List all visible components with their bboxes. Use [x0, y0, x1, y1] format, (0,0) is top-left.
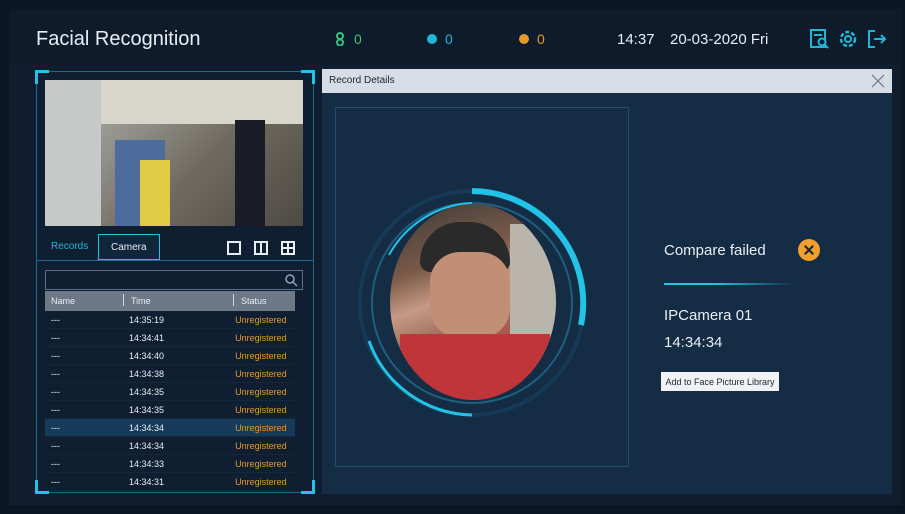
table-header: Name Time Status — [45, 291, 295, 311]
corner-accent — [301, 480, 315, 494]
column-header-time[interactable]: Time — [123, 294, 233, 306]
face-snapshot — [390, 204, 556, 400]
gear-icon[interactable] — [837, 28, 859, 50]
stat-users-count: 0 — [354, 31, 362, 47]
stat-failed-count: 0 — [537, 31, 545, 47]
layout-single-icon[interactable] — [227, 241, 241, 255]
video-person — [235, 120, 265, 226]
cell-time: 14:34:31 — [129, 476, 165, 487]
cell-status: Unregistered — [235, 458, 287, 469]
record-search — [45, 270, 303, 291]
video-wall — [45, 80, 101, 226]
cell-time: 14:34:38 — [129, 368, 165, 379]
clock: 14:37 — [617, 31, 655, 48]
table-row[interactable]: --- 14:35:19 Unregistered — [45, 311, 295, 329]
cell-time: 14:34:35 — [129, 386, 165, 397]
table-row[interactable]: --- 14:34:33 Unregistered — [45, 455, 295, 473]
table-row[interactable]: --- 14:34:41 Unregistered — [45, 329, 295, 347]
logout-icon[interactable] — [866, 28, 888, 50]
cell-time: 14:34:33 — [129, 458, 165, 469]
stat-matched: 0 — [427, 31, 453, 47]
panel-tabs: Records Camera — [37, 231, 313, 261]
compare-failed-icon — [798, 239, 820, 261]
cell-status: Unregistered — [235, 440, 287, 451]
stat-failed: 0 — [519, 31, 545, 47]
users-icon — [336, 32, 344, 46]
cell-time: 14:34:40 — [129, 350, 165, 361]
table-row[interactable]: --- 14:34:35 Unregistered — [45, 383, 295, 401]
tab-camera[interactable]: Camera — [98, 234, 160, 260]
table-row[interactable]: --- 14:34:40 Unregistered — [45, 347, 295, 365]
video-background — [101, 80, 303, 124]
result-divider — [664, 283, 794, 285]
cell-time: 14:34:41 — [129, 332, 165, 343]
stat-matched-count: 0 — [445, 31, 453, 47]
stat-users: 0 — [334, 31, 362, 47]
compare-result: Compare failed — [664, 242, 766, 259]
page-title: Facial Recognition — [36, 28, 201, 50]
table-body: --- 14:35:19 Unregistered --- 14:34:41 Unregi… — [45, 311, 295, 491]
corner-accent — [301, 70, 315, 84]
tab-records[interactable]: Records — [39, 234, 100, 260]
add-to-library-button[interactable]: Add to Face Picture Library — [661, 372, 779, 391]
close-icon[interactable] — [870, 73, 886, 89]
table-row[interactable]: --- 14:34:34 Unregistered — [45, 419, 295, 437]
dialog-title: Record Details — [329, 75, 395, 86]
cell-time: 14:34:34 — [129, 440, 165, 451]
cell-status: Unregistered — [235, 386, 287, 397]
cell-status: Unregistered — [235, 422, 287, 433]
cell-status: Unregistered — [235, 332, 287, 343]
capture-time: 14:34:34 — [664, 334, 723, 351]
record-details-dialog: Record Details Compare failed IPCamera 0… — [322, 69, 892, 494]
date: 20-03-2020 Fri — [670, 31, 769, 48]
face-shirt — [400, 334, 550, 400]
check-icon — [427, 34, 437, 44]
cell-status: Unregistered — [235, 404, 287, 415]
table-row[interactable]: --- 14:34:34 Unregistered — [45, 437, 295, 455]
camera-live-view[interactable] — [45, 80, 303, 226]
cell-status: Unregistered — [235, 350, 287, 361]
top-bar: Facial Recognition 0 0 0 14:37 20-03-202… — [9, 9, 902, 65]
search-icon[interactable] — [284, 273, 298, 287]
column-header-status[interactable]: Status — [233, 294, 295, 306]
video-person — [140, 160, 170, 226]
app-window: Facial Recognition 0 0 0 14:37 20-03-202… — [9, 9, 902, 505]
layout-split-icon[interactable] — [254, 241, 268, 255]
cell-status: Unregistered — [235, 368, 287, 379]
search-input[interactable] — [46, 272, 276, 291]
cell-status: Unregistered — [235, 476, 287, 487]
cell-time: 14:34:34 — [129, 422, 165, 433]
table-row[interactable]: --- 14:34:31 Unregistered — [45, 473, 295, 491]
search-record-icon[interactable] — [808, 28, 830, 50]
records-table: Name Time Status --- 14:35:19 Unregistered… — [45, 291, 295, 491]
table-row[interactable]: --- 14:34:38 Unregistered — [45, 365, 295, 383]
face-skin — [430, 252, 510, 338]
fail-dot-icon — [519, 34, 529, 44]
cell-time: 14:35:19 — [129, 314, 165, 325]
dialog-header: Record Details — [322, 69, 892, 93]
layout-quad-icon[interactable] — [281, 241, 295, 255]
cell-status: Unregistered — [235, 314, 287, 325]
camera-name: IPCamera 01 — [664, 307, 753, 324]
cell-time: 14:34:35 — [129, 404, 165, 415]
live-panel: Records Camera Name Time Status --- 14:35… — [35, 70, 315, 494]
table-row[interactable]: --- 14:34:35 Unregistered — [45, 401, 295, 419]
column-header-name[interactable]: Name — [45, 296, 123, 306]
